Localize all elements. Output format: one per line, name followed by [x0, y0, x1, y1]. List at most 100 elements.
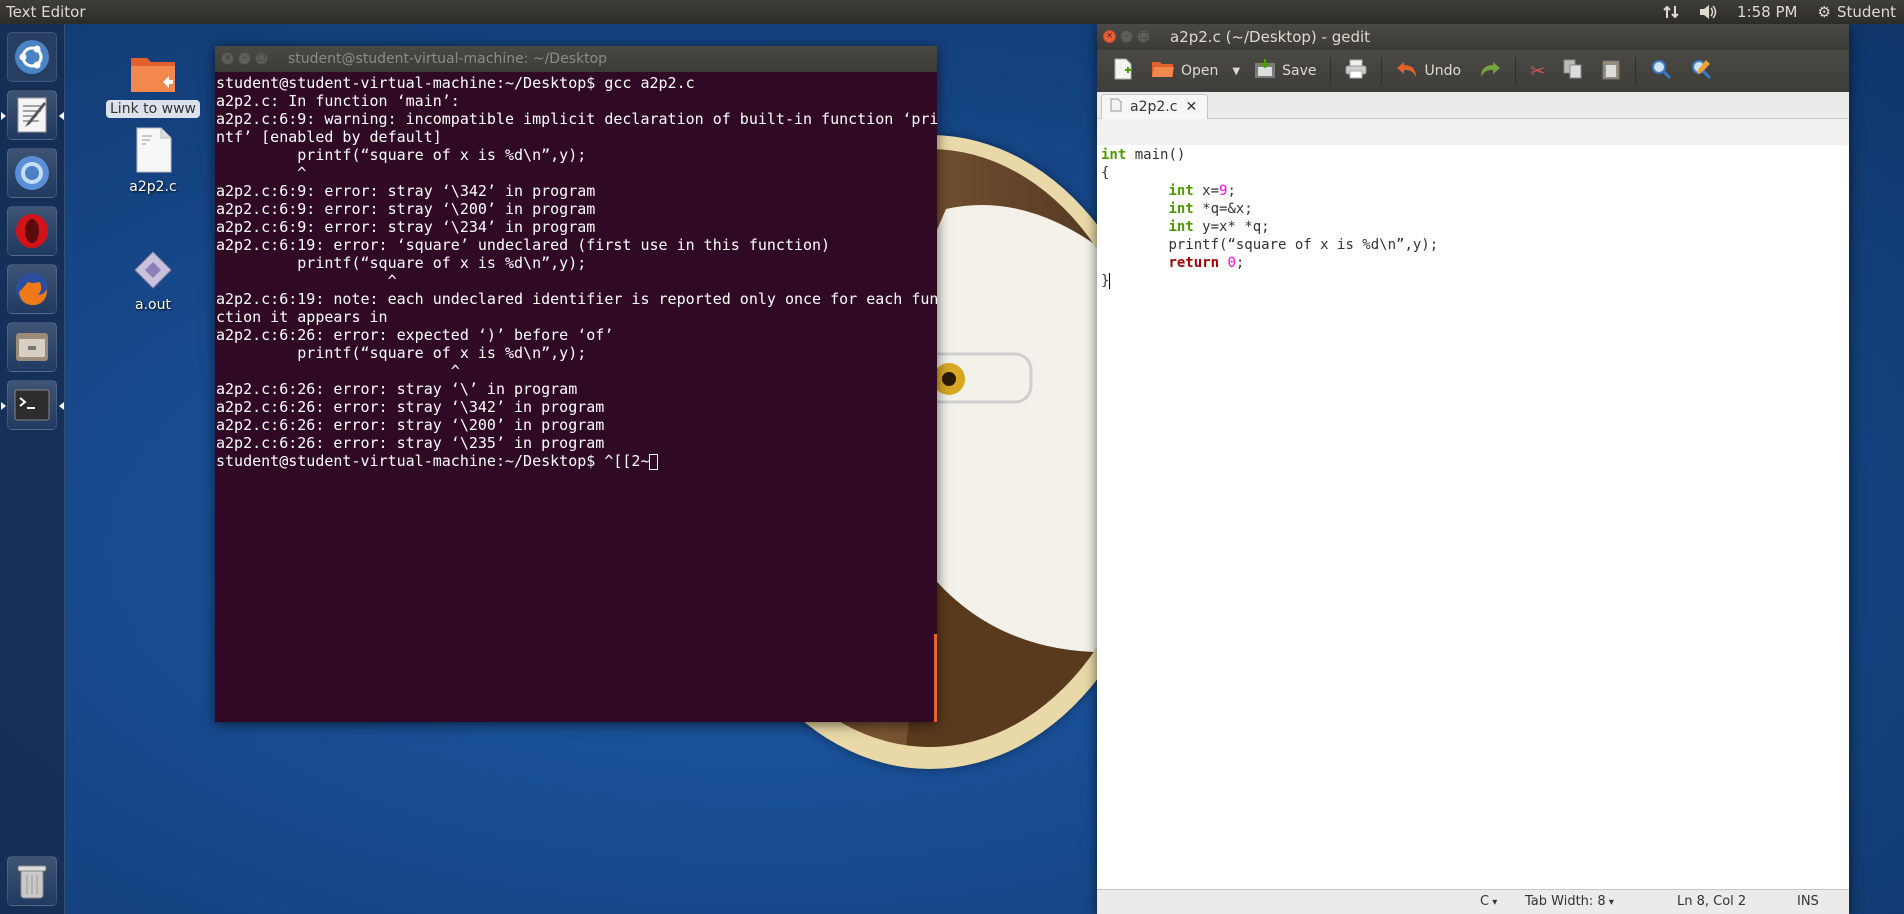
undo-label: Undo [1424, 63, 1462, 79]
undo-button[interactable]: Undo [1388, 54, 1469, 88]
find-button[interactable] [1642, 54, 1680, 88]
terminal-title: student@student-virtual-machine: ~/Deskt… [288, 51, 608, 67]
terminal-line: ntf’ [enabled by default] [216, 128, 442, 146]
terminal-line: a2p2.c:6:26: error: expected ‘)’ before … [216, 326, 614, 344]
open-button[interactable]: Open [1143, 54, 1226, 88]
copy-button[interactable] [1555, 54, 1591, 88]
text-cursor [1109, 273, 1111, 289]
terminal-line: a2p2.c: In function ‘main’: [216, 92, 460, 110]
session-menu[interactable]: ⚙ Student [1817, 0, 1896, 24]
terminal-line: a2p2.c:6:9: warning: incompatible implic… [216, 110, 939, 128]
minimize-icon[interactable]: – [238, 52, 251, 65]
toolbar-separator [1381, 57, 1383, 85]
language-selector[interactable]: C [1480, 894, 1497, 909]
terminal-line: ction it appears in [216, 308, 388, 326]
gedit-tabbar: a2p2.c ✕ [1097, 92, 1849, 119]
terminal-line: printf(“square of x is %d\n”,y); [216, 254, 587, 272]
undo-icon [1396, 60, 1418, 83]
open-dropdown-button[interactable]: ▼ [1228, 54, 1244, 88]
opera-icon[interactable] [7, 206, 57, 256]
save-label: Save [1282, 63, 1317, 79]
chromium-icon[interactable] [7, 148, 57, 198]
active-app-title: Text Editor [6, 3, 86, 21]
top-panel: Text Editor 1:58 PM ⚙ Student [0, 0, 1904, 24]
cut-button[interactable]: ✂ [1522, 54, 1553, 88]
code-token: } [1101, 273, 1110, 289]
paste-icon [1601, 58, 1621, 85]
terminal-window[interactable]: × – □ student@student-virtual-machine: ~… [215, 46, 939, 722]
terminal-cursor [649, 453, 659, 470]
gedit-title: a2p2.c (~/Desktop) - gedit [1170, 28, 1371, 46]
terminal-line: printf(“square of x is %d\n”,y); [216, 344, 587, 362]
terminal-line: printf(“square of x is %d\n”,y); [216, 146, 587, 164]
new-document-icon [1113, 58, 1133, 85]
trash-icon[interactable] [7, 856, 57, 906]
code-token: printf(“square of x is %d\n”,y); [1168, 237, 1439, 253]
tab-width-selector[interactable]: Tab Width: 8 [1525, 894, 1614, 909]
maximize-icon[interactable]: □ [1137, 30, 1150, 43]
terminal-output[interactable]: student@student-virtual-machine:~/Deskto… [215, 72, 939, 470]
print-button[interactable] [1337, 54, 1375, 88]
gear-icon: ⚙ [1817, 3, 1831, 21]
close-icon[interactable]: × [221, 52, 234, 65]
folder-open-icon [1151, 59, 1175, 84]
clock[interactable]: 1:58 PM [1737, 0, 1797, 24]
terminal-line: ^ [216, 164, 307, 182]
gedit-window[interactable]: × – □ a2p2.c (~/Desktop) - gedit Open ▼ … [1097, 24, 1849, 914]
search-icon [1650, 58, 1672, 85]
close-tab-icon[interactable]: ✕ [1185, 99, 1197, 115]
terminal-input[interactable]: ^[[2~ [604, 452, 649, 470]
c-file-icon [98, 126, 208, 178]
indicator-area: 1:58 PM ⚙ Student [1663, 0, 1896, 24]
files-icon[interactable] [7, 322, 57, 372]
desktop-icon-a2p2c[interactable]: a2p2.c [98, 126, 208, 196]
terminal-line: a2p2.c:6:26: error: stray ‘\235’ in prog… [216, 434, 605, 452]
gedit-statusbar: C Tab Width: 8 Ln 8, Col 2 INS [1097, 889, 1849, 914]
redo-button[interactable] [1471, 54, 1509, 88]
minimize-icon[interactable]: – [1120, 30, 1133, 43]
save-icon [1254, 58, 1276, 84]
tab-a2p2c[interactable]: a2p2.c ✕ [1101, 94, 1209, 119]
volume-icon[interactable] [1699, 4, 1717, 20]
printer-icon [1345, 59, 1367, 84]
save-button[interactable]: Save [1246, 54, 1324, 88]
scissors-icon: ✂ [1530, 60, 1546, 82]
terminal-line: a2p2.c:6:9: error: stray ‘\234’ in progr… [216, 218, 596, 236]
desktop-icon-aout[interactable]: a.out [98, 248, 208, 314]
new-document-button[interactable] [1105, 54, 1141, 88]
tab-label: a2p2.c [1130, 99, 1178, 115]
terminal-titlebar[interactable]: × – □ student@student-virtual-machine: ~… [215, 46, 937, 72]
redo-icon [1479, 60, 1501, 83]
desktop-icon-label: Link to www [106, 100, 200, 118]
code-editor[interactable]: int main() { int x=9; int *q=&x; int y=x… [1097, 145, 1849, 911]
terminal-scrollbar[interactable] [934, 634, 937, 722]
terminal-line: a2p2.c:6:9: error: stray ‘\342’ in progr… [216, 182, 596, 200]
code-token: y=x* *q; [1193, 219, 1270, 235]
close-icon[interactable]: × [1103, 30, 1116, 43]
find-replace-button[interactable] [1682, 54, 1720, 88]
find-replace-icon [1690, 58, 1712, 85]
toolbar-separator [1635, 57, 1637, 85]
paste-button[interactable] [1593, 54, 1629, 88]
code-token: int [1168, 201, 1194, 217]
terminal-line: student@student-virtual-machine:~/Deskto… [216, 74, 695, 92]
terminal-line: a2p2.c:6:26: error: stray ‘\342’ in prog… [216, 398, 605, 416]
ubuntu-dash-icon[interactable] [7, 32, 57, 82]
code-token: ; [1227, 183, 1236, 199]
desktop-icon-label: a2p2.c [129, 179, 177, 195]
code-token: ; [1235, 255, 1245, 271]
executable-icon [98, 248, 208, 296]
code-token: x= [1193, 183, 1220, 199]
text-editor-icon[interactable] [1, 90, 64, 140]
code-token: return [1168, 255, 1220, 271]
terminal-icon[interactable] [1, 380, 64, 430]
gedit-titlebar[interactable]: × – □ a2p2.c (~/Desktop) - gedit [1097, 24, 1849, 50]
folder-link-icon [98, 52, 208, 100]
maximize-icon[interactable]: □ [255, 52, 268, 65]
desktop-icon-link-to-www[interactable]: Link to www [98, 52, 208, 118]
code-token: *q=&x; [1193, 201, 1253, 217]
firefox-icon[interactable] [7, 264, 57, 314]
network-icon[interactable] [1663, 4, 1679, 20]
cursor-position: Ln 8, Col 2 [1677, 894, 1747, 909]
gedit-toolbar: Open ▼ Save Undo ✂ [1097, 50, 1849, 92]
